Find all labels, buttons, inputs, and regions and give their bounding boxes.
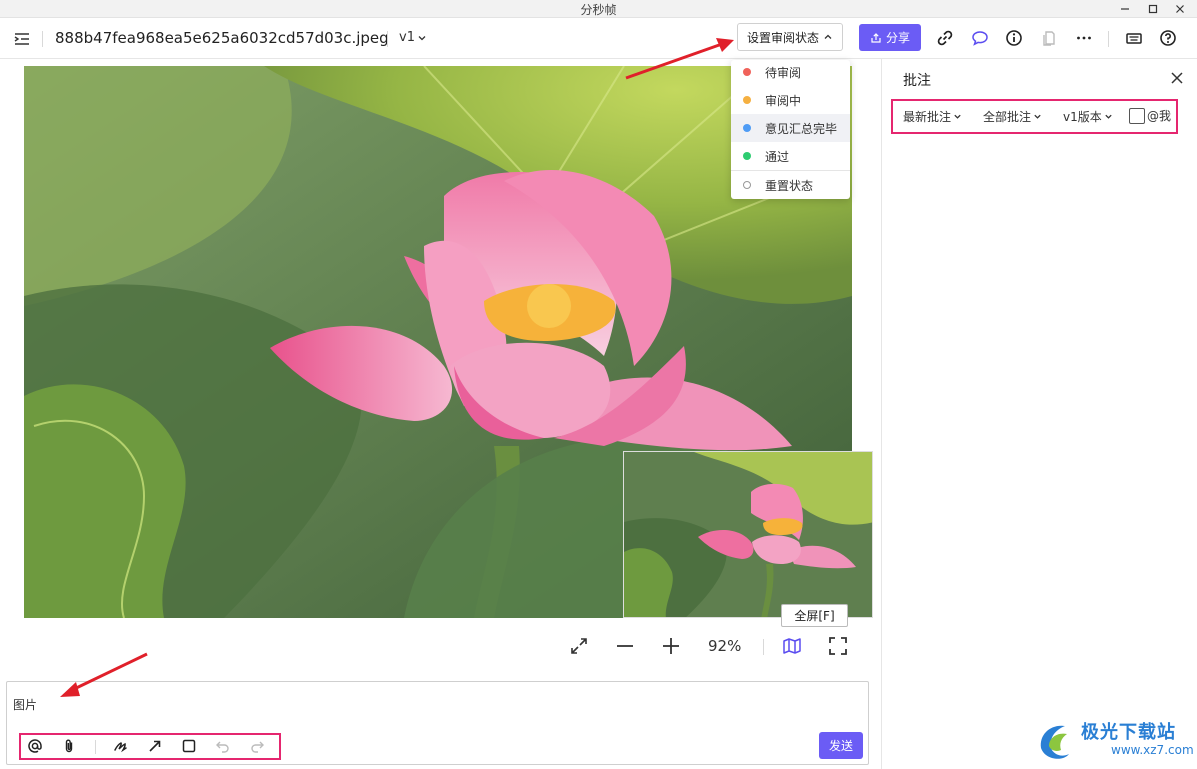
chevron-down-icon bbox=[1105, 114, 1112, 119]
status-dot bbox=[743, 68, 751, 76]
sidebar-toggle-icon[interactable] bbox=[11, 28, 33, 50]
more-icon[interactable] bbox=[1073, 27, 1095, 49]
minimize-icon[interactable] bbox=[1115, 0, 1135, 18]
scope-filter-dropdown[interactable]: 全部批注 bbox=[983, 108, 1042, 125]
map-icon[interactable] bbox=[780, 634, 804, 658]
chevron-down-icon bbox=[954, 114, 961, 119]
watermark-url: www.xz7.com bbox=[1111, 743, 1194, 757]
help-icon[interactable] bbox=[1157, 27, 1179, 49]
status-option-approved[interactable]: 通过 bbox=[731, 142, 850, 170]
attachment-icon[interactable] bbox=[59, 736, 79, 756]
annotation-filters: 最新批注 全部批注 v1版本 @我 bbox=[891, 99, 1178, 134]
reset-circle-icon bbox=[743, 181, 751, 189]
link-icon[interactable] bbox=[934, 27, 956, 49]
scope-filter-label: 全部批注 bbox=[983, 110, 1032, 124]
close-window-icon[interactable] bbox=[1170, 0, 1190, 18]
title-bar: 分秒帧 bbox=[0, 0, 1197, 18]
tools-divider bbox=[95, 740, 96, 754]
review-status-menu: 待审阅 审阅中 意见汇总完毕 通过 重置状态 bbox=[731, 60, 850, 199]
status-option-pending[interactable]: 待审阅 bbox=[731, 58, 850, 86]
status-reset-label: 重置状态 bbox=[765, 178, 814, 193]
fullscreen-icon[interactable] bbox=[826, 634, 850, 658]
send-button[interactable]: 发送 bbox=[819, 732, 863, 759]
sort-filter-dropdown[interactable]: 最新批注 bbox=[903, 108, 962, 125]
comment-input[interactable]: 图片 bbox=[13, 696, 37, 713]
share-button[interactable]: 分享 bbox=[859, 24, 921, 51]
site-watermark: 极光下载站 www.xz7.com bbox=[1033, 716, 1194, 766]
comment-editor[interactable]: 图片 发送 bbox=[6, 681, 869, 765]
status-option-label: 意见汇总完毕 bbox=[765, 121, 838, 136]
version-filter-dropdown[interactable]: v1版本 bbox=[1063, 108, 1113, 125]
fit-screen-icon[interactable] bbox=[567, 634, 591, 658]
version-label: v1 bbox=[399, 30, 415, 45]
mention-icon[interactable] bbox=[25, 736, 45, 756]
arrow-tool-icon[interactable] bbox=[145, 736, 165, 756]
chevron-down-icon bbox=[1034, 114, 1041, 119]
status-option-reset[interactable]: 重置状态 bbox=[731, 171, 850, 199]
navigator-minimap[interactable] bbox=[623, 451, 873, 618]
chevron-down-icon bbox=[418, 35, 426, 40]
zoom-divider bbox=[763, 639, 764, 655]
sort-filter-label: 最新批注 bbox=[903, 110, 952, 124]
redo-icon[interactable] bbox=[247, 736, 267, 756]
rectangle-tool-icon[interactable] bbox=[179, 736, 199, 756]
at-me-filter[interactable]: @我 bbox=[1129, 107, 1171, 124]
status-option-label: 待审阅 bbox=[765, 65, 802, 80]
toolbar-divider bbox=[1108, 31, 1109, 47]
share-label: 分享 bbox=[885, 31, 910, 45]
panel-title: 批注 bbox=[903, 73, 931, 89]
status-option-label: 审阅中 bbox=[765, 93, 802, 108]
chevron-up-icon bbox=[824, 34, 832, 39]
version-dropdown[interactable]: v1 bbox=[399, 30, 427, 45]
zoom-level: 92% bbox=[708, 637, 742, 655]
review-status-button[interactable]: 设置审阅状态 bbox=[737, 23, 843, 51]
zoom-out-icon[interactable] bbox=[613, 634, 637, 658]
close-panel-icon[interactable] bbox=[1167, 68, 1187, 88]
status-dot bbox=[743, 152, 751, 160]
review-status-label: 设置审阅状态 bbox=[746, 30, 819, 45]
version-filter-label: v1版本 bbox=[1063, 110, 1102, 124]
share-icon bbox=[871, 32, 881, 43]
comment-icon[interactable] bbox=[969, 27, 991, 49]
annotations-panel: 批注 最新批注 全部批注 v1版本 @我 bbox=[881, 59, 1197, 769]
toolbar-divider bbox=[42, 31, 43, 47]
status-dot bbox=[743, 96, 751, 104]
keyboard-icon[interactable] bbox=[1123, 27, 1145, 49]
status-option-label: 通过 bbox=[765, 149, 790, 164]
window-title: 分秒帧 bbox=[580, 3, 617, 17]
at-me-label: @我 bbox=[1147, 109, 1172, 123]
toolbar-divider bbox=[387, 31, 388, 47]
at-me-checkbox[interactable] bbox=[1129, 107, 1145, 124]
file-compare-icon[interactable] bbox=[1038, 27, 1060, 49]
file-name: 888b47fea968ea5e625a6032cd57d03c.jpeg bbox=[55, 29, 389, 47]
app-window: 分秒帧 888b47fea968ea5e625a6032cd57d03c.jpe… bbox=[0, 0, 1197, 769]
top-toolbar: 888b47fea968ea5e625a6032cd57d03c.jpeg v1… bbox=[0, 18, 1197, 59]
fullscreen-tooltip: 全屏[F] bbox=[781, 604, 848, 627]
watermark-logo-icon bbox=[1040, 725, 1069, 759]
status-option-in-review[interactable]: 审阅中 bbox=[731, 86, 850, 114]
freehand-draw-icon[interactable] bbox=[111, 736, 131, 756]
status-option-summarized[interactable]: 意见汇总完毕 bbox=[731, 114, 850, 142]
info-icon[interactable] bbox=[1003, 27, 1025, 49]
maximize-icon[interactable] bbox=[1143, 0, 1163, 18]
watermark-name: 极光下载站 bbox=[1081, 722, 1176, 743]
undo-icon[interactable] bbox=[213, 736, 233, 756]
comment-tools bbox=[19, 733, 281, 760]
status-dot bbox=[743, 124, 751, 132]
zoom-in-icon[interactable] bbox=[659, 634, 683, 658]
